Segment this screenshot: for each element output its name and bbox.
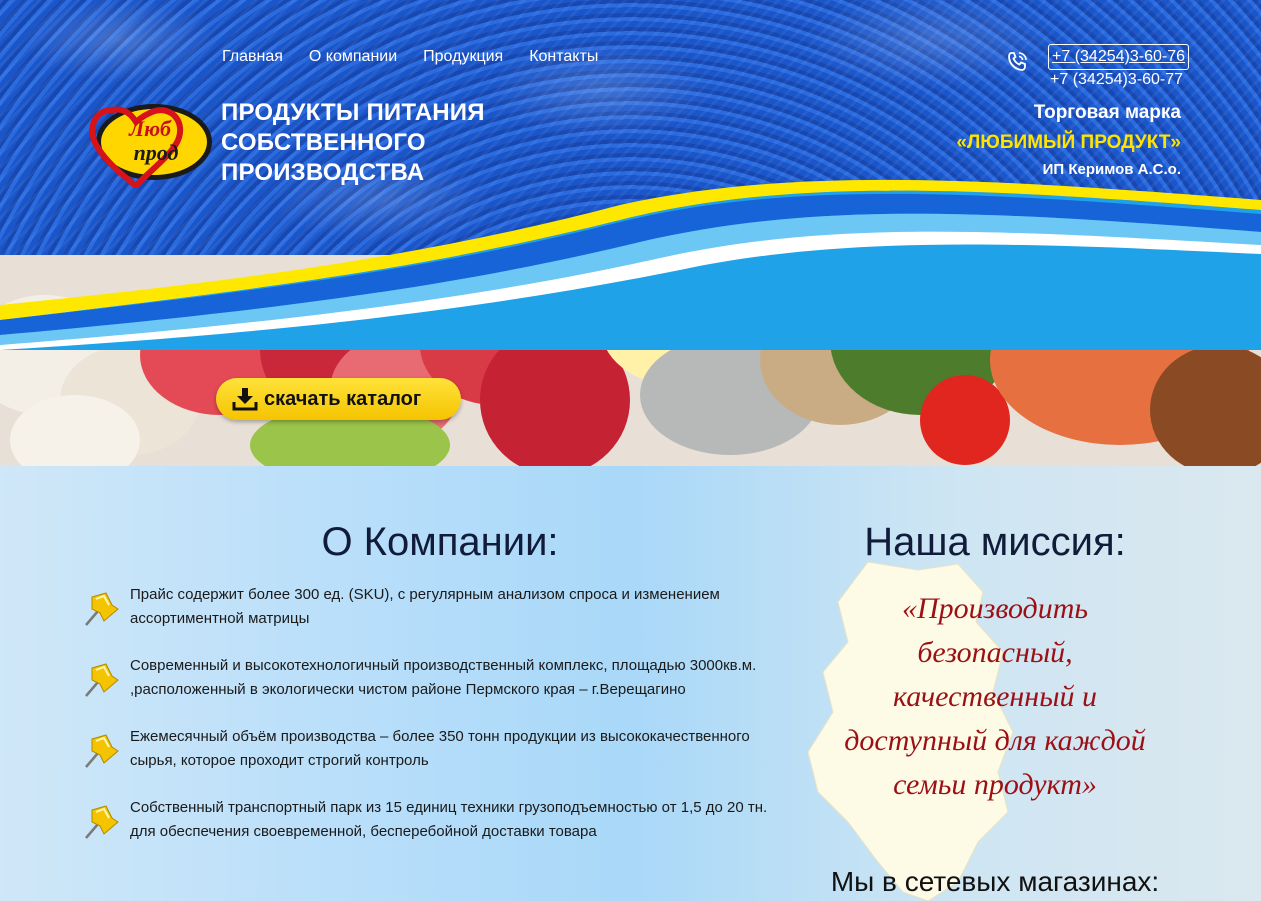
nav-item-products[interactable]: Продукция [423,48,503,66]
phone-link-primary[interactable]: +7 (34254)3-60-76 [1048,44,1189,70]
download-icon [232,388,258,411]
download-catalog-label: скачать каталог [264,387,422,410]
pushpin-icon [85,734,119,768]
pushpin-icon [85,592,119,626]
company-owner: ИП Керимов А.С.о. [1042,161,1181,178]
nav-item-home[interactable]: Главная [222,48,283,66]
about-item-text: Современный и высокотехнологичный произв… [130,657,757,698]
mission-title: Наша миссия: [864,520,1126,564]
phone-secondary: +7 (34254)3-60-77 [1050,71,1183,88]
wave-decoration [0,179,1261,350]
list-item: Ежемесячный объём производства – более 3… [82,725,792,773]
phone-icon [1008,52,1027,71]
about-list: Прайс содержит более 300 ед. (SKU), с ре… [82,583,792,867]
list-item: Современный и высокотехнологичный произв… [82,654,792,702]
about-item-text: Ежемесячный объём производства – более 3… [130,728,750,769]
stores-title: Мы в сетевых магазинах: [830,866,1160,897]
list-item: Прайс содержит более 300 ед. (SKU), с ре… [82,583,792,631]
download-catalog-button[interactable]: скачать каталог [216,378,461,420]
company-logo[interactable]: Люб прод [84,90,214,188]
logo-text-line1: Люб [128,116,172,141]
nav-item-about[interactable]: О компании [309,48,397,66]
main-nav: Главная О компании Продукция Контакты [222,48,598,66]
list-item: Собственный транспортный парк из 15 един… [82,796,792,844]
nav-item-contacts[interactable]: Контакты [529,48,598,66]
about-item-text: Прайс содержит более 300 ед. (SKU), с ре… [130,586,720,627]
about-item-text: Собственный транспортный парк из 15 един… [130,799,768,840]
pushpin-icon [85,663,119,697]
hero-header: Главная О компании Продукция Контакты Лю… [0,0,1261,466]
brand-label: Торговая марка [1033,102,1181,123]
about-title: О Компании: [321,520,559,564]
brand-name: «ЛЮБИМЫЙ ПРОДУКТ» [956,132,1181,153]
pushpin-icon [85,805,119,839]
company-tagline: ПРОДУКТЫ ПИТАНИЯ СОБСТВЕННОГО ПРОИЗВОДСТ… [221,99,485,186]
logo-text-line2: прод [134,140,179,165]
mission-statement: «Производить безопасный, качественный и … [844,592,1146,801]
